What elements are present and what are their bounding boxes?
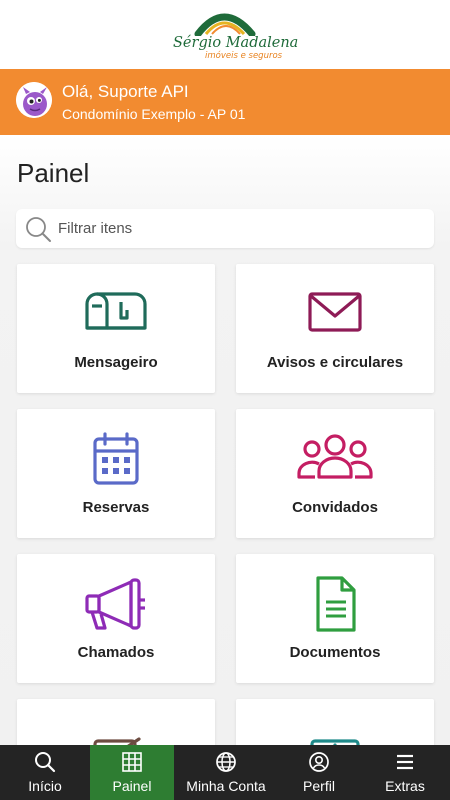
card-mensageiro[interactable]: Mensageiro bbox=[17, 264, 215, 393]
brand-tagline: imóveis e seguros bbox=[205, 51, 283, 61]
user-unit: Condomínio Exemplo - AP 01 bbox=[62, 106, 246, 122]
nav-label: Perfil bbox=[303, 778, 335, 794]
edit-icon bbox=[93, 737, 141, 745]
search-icon bbox=[35, 752, 56, 773]
card-partial-right[interactable] bbox=[236, 699, 434, 745]
menu-icon bbox=[397, 754, 413, 770]
user-icon bbox=[309, 752, 329, 772]
card-label: Avisos e circulares bbox=[266, 354, 404, 371]
user-greeting: Olá, Suporte API bbox=[62, 82, 189, 101]
nav-label: Minha Conta bbox=[186, 778, 266, 794]
document-icon bbox=[316, 576, 356, 632]
card-convidados[interactable]: Convidados bbox=[236, 409, 434, 538]
nav-inicio[interactable]: Início bbox=[0, 745, 90, 800]
card-chamados[interactable]: Chamados bbox=[17, 554, 215, 683]
nav-painel[interactable]: Painel bbox=[90, 745, 174, 800]
logo-arch-icon bbox=[194, 13, 256, 38]
nav-minha-conta[interactable]: Minha Conta bbox=[174, 745, 278, 800]
nav-extras[interactable]: Extras bbox=[360, 745, 450, 800]
app-header: Sérgio Madalena imóveis e seguros bbox=[0, 0, 450, 69]
grid-icon bbox=[122, 752, 142, 772]
user-bar[interactable]: Olá, Suporte API Condomínio Exemplo - AP… bbox=[0, 69, 450, 135]
card-avisos-circulares[interactable]: Avisos e circulares bbox=[236, 264, 434, 393]
bottom-nav: Início Painel Minha Conta Perfil Extras bbox=[0, 745, 450, 800]
search-icon bbox=[26, 217, 51, 242]
brand-name: Sérgio Madalena bbox=[173, 35, 299, 51]
card-partial-left[interactable] bbox=[17, 699, 215, 745]
card-label: Convidados bbox=[292, 499, 378, 516]
nav-label: Início bbox=[28, 778, 62, 794]
card-label: Mensageiro bbox=[74, 354, 158, 371]
card-documentos[interactable]: Documentos bbox=[236, 554, 434, 683]
page-title: Painel bbox=[17, 158, 90, 188]
calendar-icon bbox=[93, 432, 139, 485]
mailbox-icon bbox=[85, 292, 147, 330]
nav-label: Extras bbox=[385, 778, 425, 794]
card-label: Documentos bbox=[289, 644, 381, 661]
card-label: Chamados bbox=[77, 644, 155, 661]
nav-label: Painel bbox=[112, 778, 152, 794]
megaphone-icon bbox=[85, 578, 145, 630]
nav-perfil[interactable]: Perfil bbox=[278, 745, 360, 800]
tablet-icon bbox=[310, 739, 360, 745]
search-input[interactable] bbox=[58, 209, 428, 248]
envelope-icon bbox=[308, 292, 362, 332]
search-box[interactable] bbox=[16, 209, 434, 248]
card-reservas[interactable]: Reservas bbox=[17, 409, 215, 538]
brand-logo: Sérgio Madalena imóveis e seguros bbox=[160, 6, 298, 64]
purple-monster-avatar-icon bbox=[16, 82, 52, 118]
globe-icon bbox=[216, 752, 236, 772]
card-label: Reservas bbox=[82, 499, 150, 516]
main-content[interactable]: Painel Mensageiro Avisos e circulares bbox=[0, 135, 450, 745]
avatar[interactable] bbox=[16, 82, 52, 118]
group-icon bbox=[297, 434, 373, 479]
